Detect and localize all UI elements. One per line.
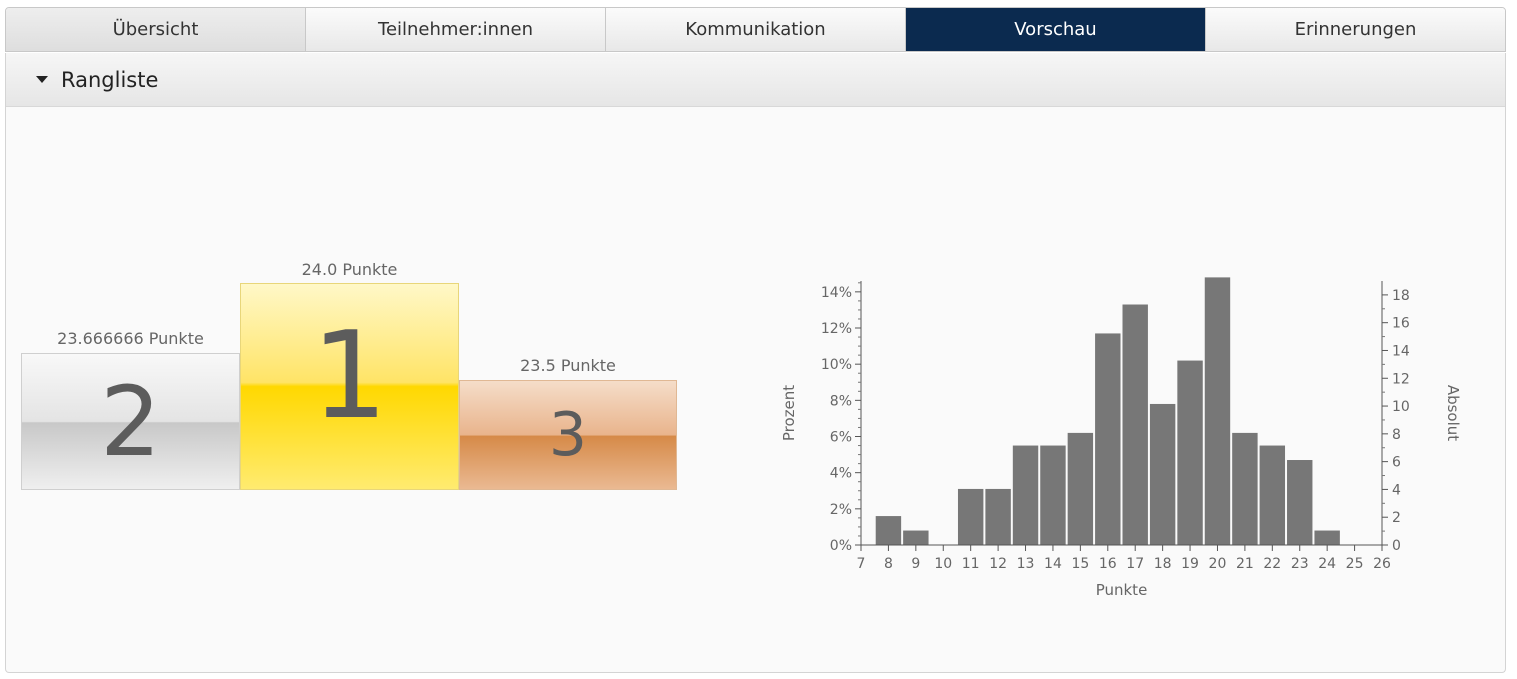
x-tick-label: 25 (1346, 556, 1364, 572)
x-tick-label: 12 (989, 556, 1007, 572)
x-axis-label: Punkte (1096, 581, 1148, 599)
y2-axis-label: Absolut (1444, 385, 1462, 441)
histogram-bar (1012, 445, 1039, 545)
y2-tick-label: 16 (1392, 316, 1410, 332)
x-tick-label: 7 (857, 556, 866, 572)
y-tick-label: 10% (821, 357, 852, 373)
x-tick-label: 19 (1181, 556, 1199, 572)
y2-tick-label: 6 (1392, 455, 1401, 471)
histogram-bar (1232, 432, 1258, 545)
histogram-bar (1204, 277, 1231, 545)
y-axis-label: Prozent (780, 385, 798, 441)
y2-tick-label: 10 (1392, 399, 1410, 415)
y-tick-label: 4% (830, 466, 852, 482)
histogram-bar (903, 530, 929, 545)
x-tick-label: 21 (1236, 556, 1254, 572)
x-tick-label: 20 (1209, 556, 1227, 572)
x-tick-label: 9 (911, 556, 920, 572)
y-tick-label: 2% (830, 502, 852, 518)
y-tick-label: 12% (821, 321, 852, 337)
y2-tick-label: 0 (1392, 538, 1401, 554)
histogram-bar (1095, 333, 1121, 545)
y2-tick-label: 18 (1392, 288, 1410, 304)
histogram-bar (1122, 304, 1148, 545)
x-tick-label: 8 (884, 556, 893, 572)
y2-tick-label: 12 (1392, 371, 1410, 387)
histogram-bar (875, 516, 902, 545)
histogram-bar (1259, 445, 1286, 545)
histogram-bar (1149, 403, 1176, 545)
x-tick-label: 17 (1126, 556, 1144, 572)
y-tick-label: 8% (830, 393, 852, 409)
x-tick-label: 26 (1373, 556, 1391, 572)
y2-tick-label: 8 (1392, 427, 1401, 443)
x-tick-label: 18 (1154, 556, 1172, 572)
x-tick-label: 10 (934, 556, 952, 572)
x-tick-label: 24 (1318, 556, 1336, 572)
x-tick-label: 23 (1291, 556, 1309, 572)
x-tick-label: 11 (962, 556, 980, 572)
histogram-bar (1040, 445, 1066, 545)
x-tick-label: 13 (1017, 556, 1035, 572)
y2-tick-label: 14 (1392, 343, 1410, 359)
histogram-bar (1287, 460, 1313, 545)
y-tick-label: 6% (830, 430, 852, 446)
histogram-bar (1314, 530, 1340, 545)
histogram-bar (1067, 432, 1094, 545)
histogram-bar (957, 488, 984, 545)
histogram-bar (985, 488, 1011, 545)
y2-tick-label: 2 (1392, 510, 1401, 526)
x-tick-label: 15 (1071, 556, 1089, 572)
points-histogram: 0%2%4%6%8%10%12%14%0246810121416187 8 9 10 1… (780, 277, 1462, 599)
y-tick-label: 0% (830, 538, 852, 554)
x-tick-label: 22 (1263, 556, 1281, 572)
x-tick-label: 16 (1099, 556, 1117, 572)
y-tick-label: 14% (821, 285, 852, 301)
y2-tick-label: 4 (1392, 482, 1401, 498)
histogram-bar (1177, 360, 1203, 545)
x-tick-label: 14 (1044, 556, 1062, 572)
